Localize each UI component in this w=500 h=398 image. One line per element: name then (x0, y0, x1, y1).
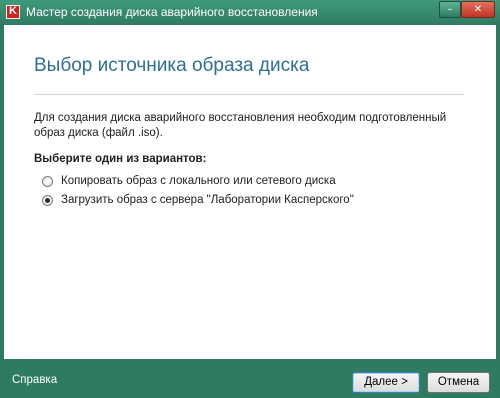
radio-download-server[interactable] (42, 194, 53, 206)
next-button[interactable]: Далее > (352, 372, 420, 393)
option-download-server-label: Загрузить образ с сервера "Лаборатории К… (61, 194, 354, 206)
options-label: Выберите один из вариантов: (34, 153, 207, 165)
title-bar[interactable]: Мастер создания диска аварийного восстан… (0, 0, 500, 25)
kaspersky-app-icon (6, 5, 20, 19)
radio-local-disk[interactable] (42, 175, 53, 187)
wizard-window: Мастер создания диска аварийного восстан… (0, 0, 500, 398)
wizard-content: Выбор источника образа диска Для создани… (4, 25, 496, 359)
page-title: Выбор источника образа диска (34, 55, 310, 76)
minimize-button[interactable]: – (439, 1, 461, 18)
wizard-footer: Справка Далее > Отмена (0, 359, 500, 398)
window-title: Мастер создания диска аварийного восстан… (26, 5, 318, 19)
help-link[interactable]: Справка (12, 374, 57, 386)
close-button[interactable]: ✕ (461, 1, 495, 18)
cancel-button[interactable]: Отмена (427, 372, 490, 393)
description-text: Для создания диска аварийного восстановл… (34, 112, 447, 139)
heading-divider (34, 94, 464, 95)
option-local-disk-label: Копировать образ с локального или сетево… (61, 175, 336, 187)
option-download-server[interactable]: Загрузить образ с сервера "Лаборатории К… (42, 192, 354, 208)
option-local-disk[interactable]: Копировать образ с локального или сетево… (42, 173, 336, 189)
